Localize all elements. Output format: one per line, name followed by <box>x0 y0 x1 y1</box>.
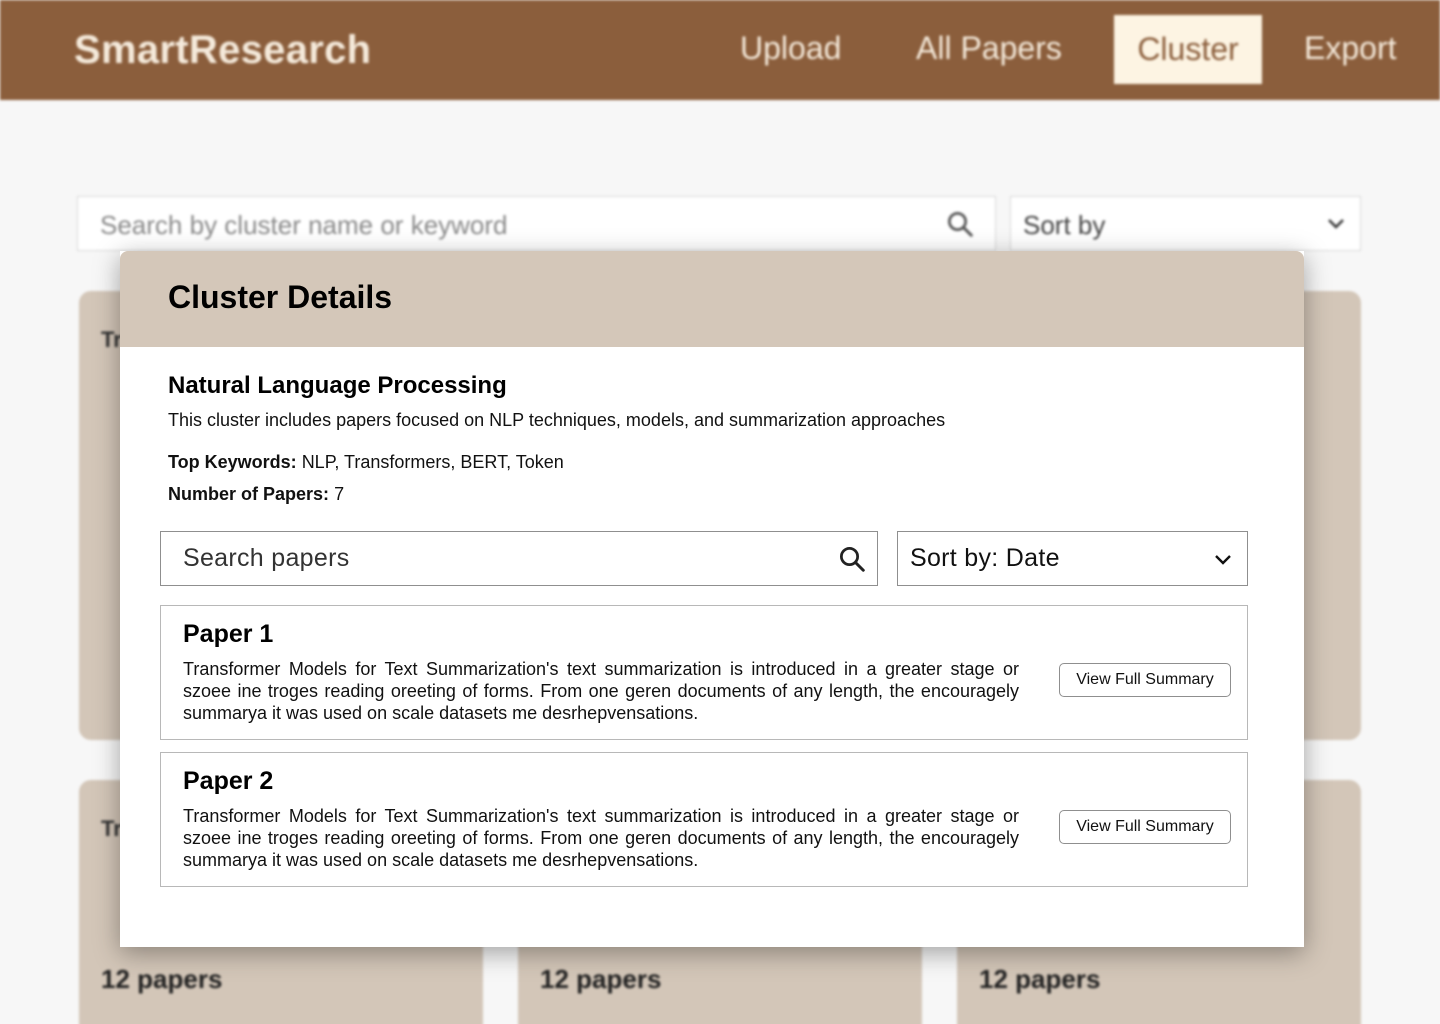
chevron-down-icon <box>1328 219 1344 229</box>
top-keywords-label: Top Keywords: <box>168 452 297 472</box>
top-keywords: Top Keywords: NLP, Transformers, BERT, T… <box>168 452 564 473</box>
cluster-details-modal: Cluster Details Natural Language Process… <box>120 251 1304 947</box>
modal-header: Cluster Details <box>120 251 1304 347</box>
number-of-papers-value: 7 <box>334 484 345 504</box>
paper-summary: Transformer Models for Text Summarizatio… <box>183 659 1019 723</box>
cluster-description: This cluster includes papers focused on … <box>168 410 946 430</box>
paper-search-input[interactable]: Search papers <box>160 531 878 586</box>
paper-title: Paper 1 <box>183 620 274 648</box>
paper-summary: Transformer Models for Text Summarizatio… <box>183 806 1019 870</box>
cluster-sort-select[interactable]: Sort by <box>1010 196 1361 251</box>
view-full-summary-button[interactable]: View Full Summary <box>1059 663 1231 697</box>
modal-title: Cluster Details <box>168 279 393 315</box>
cluster-card-title: Tr <box>101 816 122 841</box>
search-icon <box>948 212 973 237</box>
cluster-search-input[interactable]: Search by cluster name or keyword <box>77 196 996 251</box>
nav-all-papers[interactable]: All Papers <box>916 30 1062 67</box>
top-keywords-value: NLP, Transformers, BERT, Token <box>301 452 564 472</box>
cluster-card-count: 12 papers <box>979 964 1101 994</box>
number-of-papers-label: Number of Papers: <box>168 484 330 504</box>
paper-sort-label: Sort by: Date <box>910 544 1060 572</box>
cluster-search-placeholder: Search by cluster name or keyword <box>100 210 508 240</box>
cluster-card-count: 12 papers <box>101 964 223 994</box>
chevron-down-icon <box>1215 555 1231 565</box>
cluster-name: Natural Language Processing <box>168 372 507 399</box>
paper-search-placeholder: Search papers <box>183 544 350 572</box>
nav-export[interactable]: Export <box>1304 30 1396 67</box>
cluster-card-count: 12 papers <box>540 964 662 994</box>
search-icon[interactable] <box>837 544 867 574</box>
cluster-card-title: Tr <box>101 327 122 352</box>
top-navigation-bar: SmartResearch Upload All Papers Cluster … <box>0 0 1440 100</box>
number-of-papers: Number of Papers: 7 <box>168 484 344 505</box>
paper-sort-select[interactable]: Sort by: Date <box>897 531 1248 586</box>
cluster-sort-label: Sort by <box>1023 210 1106 240</box>
paper-card: Paper 1 Transformer Models for Text Summ… <box>160 605 1248 740</box>
nav-upload[interactable]: Upload <box>740 30 841 67</box>
paper-title: Paper 2 <box>183 767 274 795</box>
nav-cluster[interactable]: Cluster <box>1114 15 1262 84</box>
paper-card: Paper 2 Transformer Models for Text Summ… <box>160 752 1248 887</box>
brand-logo[interactable]: SmartResearch <box>74 28 371 73</box>
view-full-summary-button[interactable]: View Full Summary <box>1059 810 1231 844</box>
